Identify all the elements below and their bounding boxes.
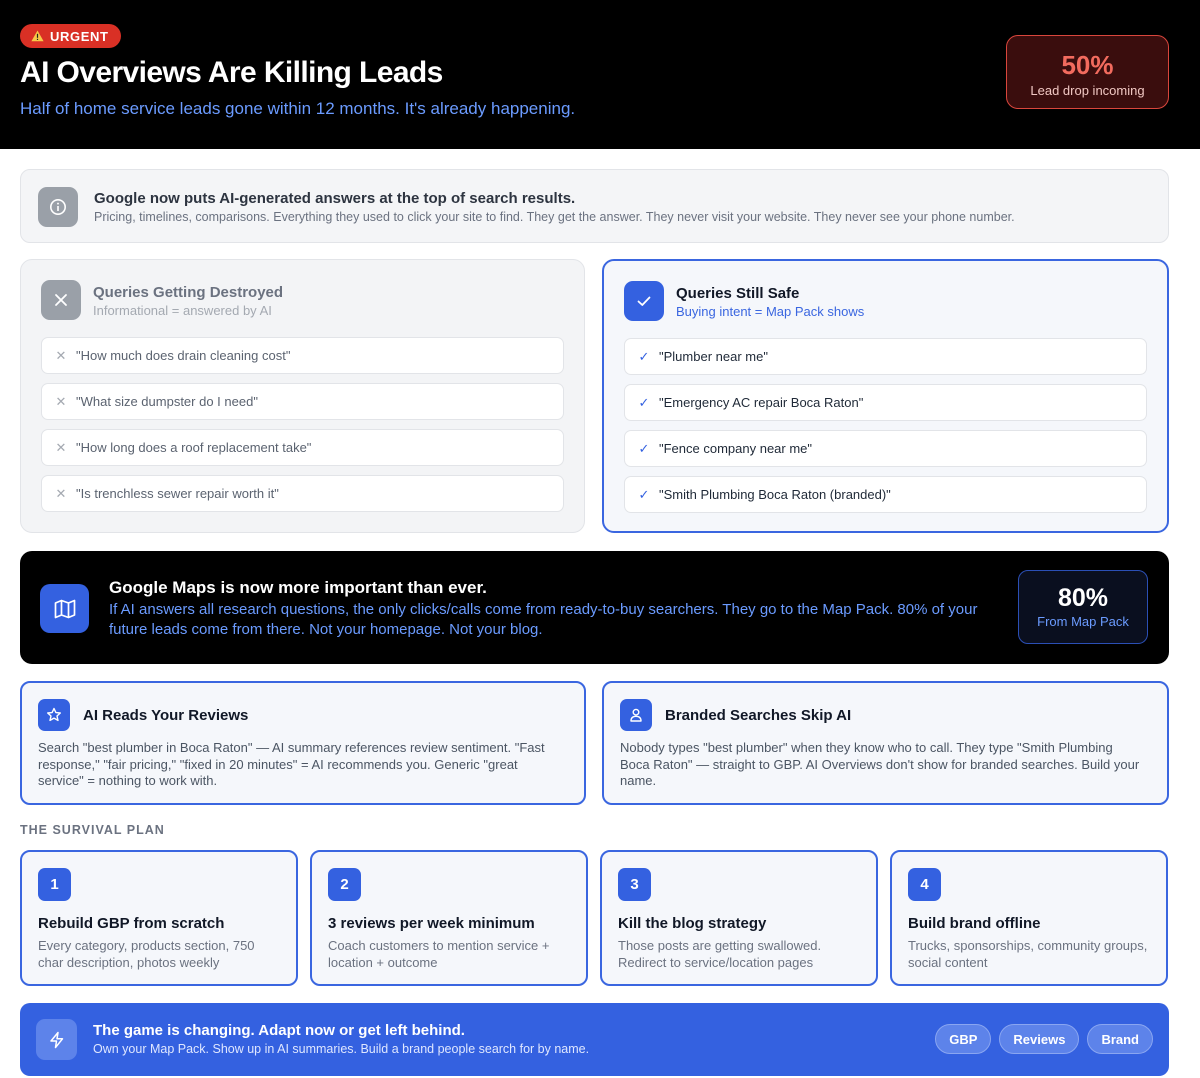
reviews-card-title: AI Reads Your Reviews	[83, 707, 249, 724]
x-icon	[41, 280, 81, 320]
cta-description: Own your Map Pack. Show up in AI summari…	[93, 1042, 590, 1056]
list-item: ✕ "How much does drain cleaning cost"	[41, 337, 564, 374]
check-mark-icon: ✓	[638, 348, 650, 364]
plan-step-1: 1 Rebuild GBP from scratch Every categor…	[20, 850, 298, 986]
cta-tags: GBP Reviews Brand	[935, 1024, 1153, 1054]
step-title: Build brand offline	[908, 915, 1041, 932]
urgent-badge-label: URGENT	[50, 28, 109, 44]
reviews-card: AI Reads Your Reviews Search "best plumb…	[20, 681, 586, 805]
list-item: ✕ "How long does a roof replacement take"	[41, 429, 564, 466]
check-icon	[624, 281, 664, 321]
info-callout: Google now puts AI-generated answers at …	[20, 169, 1169, 243]
list-item: ✓ "Emergency AC repair Boca Raton"	[624, 384, 1147, 421]
list-item: ✓ "Fence company near me"	[624, 430, 1147, 467]
lead-drop-stat: 50% Lead drop incoming	[1006, 35, 1169, 109]
map-pack-label: From Map Pack	[1037, 614, 1129, 629]
query-text: "What size dumpster do I need"	[76, 394, 258, 409]
query-text: "Fence company near me"	[659, 441, 813, 456]
destroyed-subtitle: Informational = answered by AI	[93, 303, 272, 318]
plan-step-4: 4 Build brand offline Trucks, sponsorshi…	[890, 850, 1168, 986]
step-number: 1	[38, 868, 71, 901]
step-number: 2	[328, 868, 361, 901]
reviews-card-description: Search "best plumber in Boca Raton" — AI…	[38, 740, 545, 788]
query-text: "Smith Plumbing Boca Raton (branded)"	[659, 487, 891, 502]
info-description: Pricing, timelines, comparisons. Everyth…	[94, 210, 1015, 224]
map-pack-stat: 80% From Map Pack	[1018, 570, 1148, 644]
check-mark-icon: ✓	[638, 394, 650, 410]
x-mark-icon: ✕	[55, 485, 67, 501]
safe-title: Queries Still Safe	[676, 285, 800, 302]
step-description: Trucks, sponsorships, community groups, …	[908, 938, 1148, 970]
check-mark-icon: ✓	[638, 440, 650, 456]
x-mark-icon: ✕	[55, 439, 67, 455]
cta-banner: The game is changing. Adapt now or get l…	[20, 1003, 1169, 1076]
list-item: ✕ "Is trenchless sewer repair worth it"	[41, 475, 564, 512]
info-title: Google now puts AI-generated answers at …	[94, 190, 576, 207]
survival-plan-heading: THE SURVIVAL PLAN	[20, 823, 165, 837]
lightning-icon	[36, 1019, 77, 1060]
x-mark-icon: ✕	[55, 347, 67, 363]
step-description: Coach customers to mention service + loc…	[328, 938, 550, 970]
query-text: "Is trenchless sewer repair worth it"	[76, 486, 279, 501]
list-item: ✓ "Smith Plumbing Boca Raton (branded)"	[624, 476, 1147, 513]
warning-icon	[31, 30, 44, 42]
step-title: 3 reviews per week minimum	[328, 915, 535, 932]
check-mark-icon: ✓	[638, 486, 650, 502]
tag-gbp[interactable]: GBP	[935, 1024, 992, 1054]
star-icon	[38, 699, 70, 731]
tag-brand[interactable]: Brand	[1087, 1024, 1153, 1054]
map-pack-value: 80%	[1057, 584, 1109, 612]
step-number: 3	[618, 868, 651, 901]
map-icon	[40, 584, 89, 633]
maps-title: Google Maps is now more important than e…	[109, 578, 487, 597]
lead-drop-label: Lead drop incoming	[1030, 83, 1145, 98]
safe-query-list: ✓ "Plumber near me" ✓ "Emergency AC repair…	[624, 338, 1147, 522]
info-icon	[38, 187, 78, 227]
step-number: 4	[908, 868, 941, 901]
hero-header: URGENT AI Overviews Are Killing Leads Ha…	[0, 0, 1200, 149]
step-title: Kill the blog strategy	[618, 915, 767, 932]
step-description: Those posts are getting swallowed. Redir…	[618, 938, 822, 970]
page-subtitle: Half of home service leads gone within 1…	[20, 99, 576, 118]
urgent-badge: URGENT	[20, 24, 121, 48]
destroyed-query-list: ✕ "How much does drain cleaning cost" ✕ "W…	[41, 337, 564, 521]
query-text: "How much does drain cleaning cost"	[76, 348, 291, 363]
tag-reviews[interactable]: Reviews	[999, 1024, 1080, 1054]
branded-search-card: Branded Searches Skip AI Nobody types "b…	[602, 681, 1169, 805]
branded-card-description: Nobody types "best plumber" when they kn…	[620, 740, 1140, 788]
query-text: "Plumber near me"	[659, 349, 768, 364]
plan-step-2: 2 3 reviews per week minimum Coach custo…	[310, 850, 588, 986]
destroyed-title: Queries Getting Destroyed	[93, 284, 284, 301]
user-icon	[620, 699, 652, 731]
cta-title: The game is changing. Adapt now or get l…	[93, 1022, 465, 1039]
page-title: AI Overviews Are Killing Leads	[20, 56, 443, 89]
x-mark-icon: ✕	[55, 393, 67, 409]
queries-safe-panel: Queries Still Safe Buying intent = Map P…	[602, 259, 1169, 533]
maps-description: If AI answers all research questions, th…	[109, 601, 978, 638]
lead-drop-value: 50%	[1061, 50, 1114, 80]
plan-step-3: 3 Kill the blog strategy Those posts are…	[600, 850, 878, 986]
safe-subtitle: Buying intent = Map Pack shows	[676, 304, 865, 319]
step-title: Rebuild GBP from scratch	[38, 915, 225, 932]
maps-banner: Google Maps is now more important than e…	[20, 551, 1169, 664]
step-description: Every category, products section, 750 ch…	[38, 938, 255, 970]
query-text: "How long does a roof replacement take"	[76, 440, 312, 455]
list-item: ✕ "What size dumpster do I need"	[41, 383, 564, 420]
queries-destroyed-panel: Queries Getting Destroyed Informational …	[20, 259, 585, 533]
list-item: ✓ "Plumber near me"	[624, 338, 1147, 375]
branded-card-title: Branded Searches Skip AI	[665, 707, 852, 724]
query-text: "Emergency AC repair Boca Raton"	[659, 395, 864, 410]
